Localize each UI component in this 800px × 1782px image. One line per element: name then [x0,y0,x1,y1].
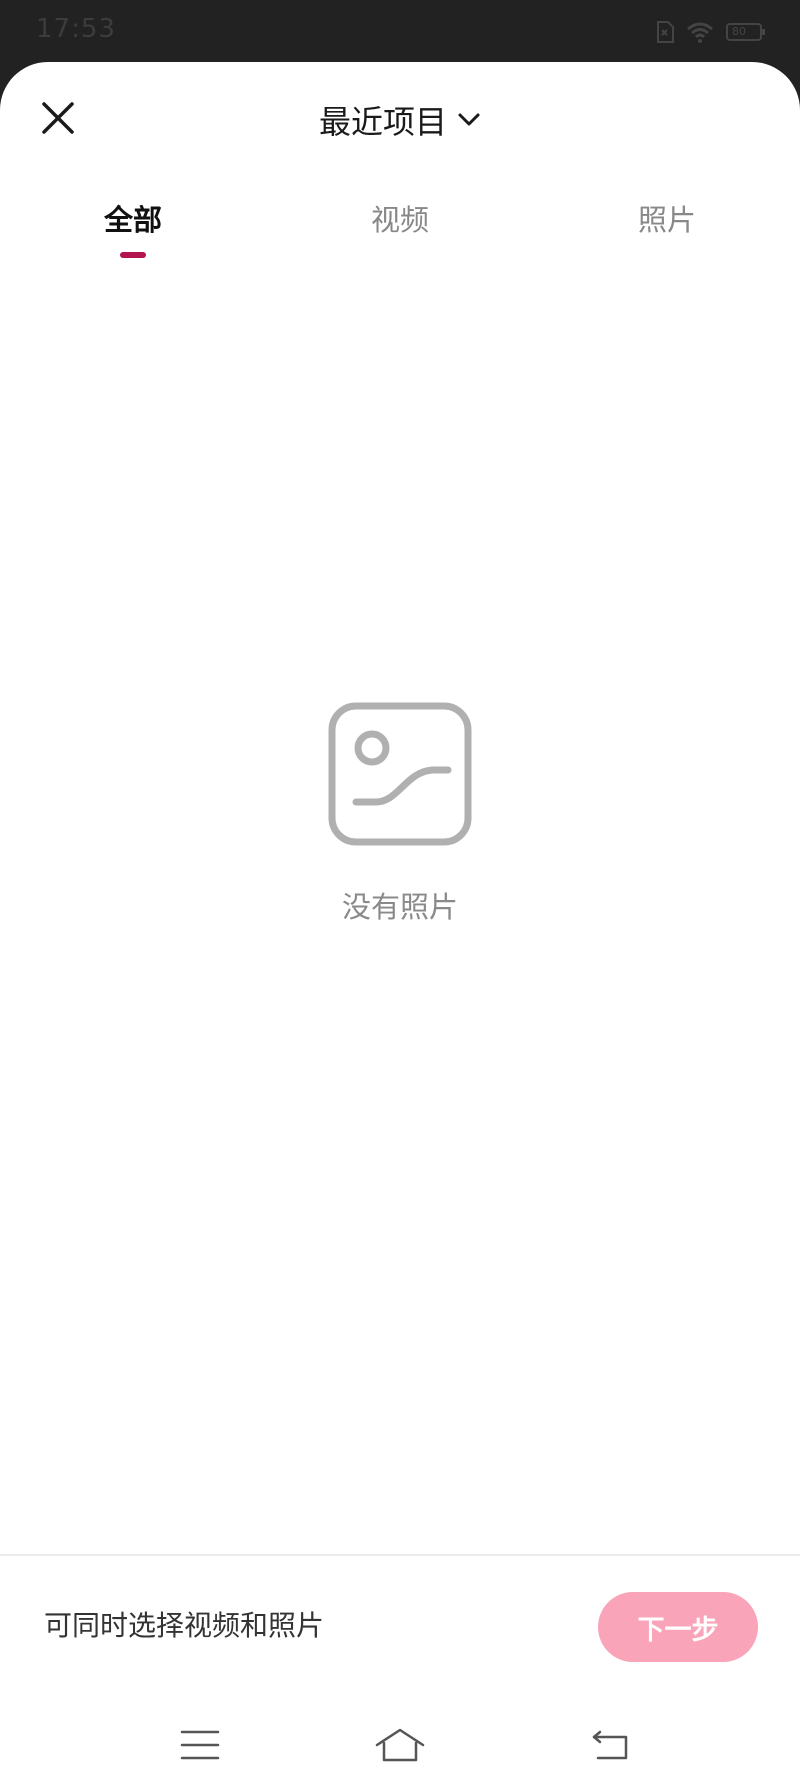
chevron-down-icon [457,112,481,132]
status-time: 17:53 [36,14,116,44]
footer-divider [0,1554,800,1556]
system-nav-bar [0,1712,800,1782]
selection-hint: 可同时选择视频和照片 [44,1609,325,1642]
media-tabs: 全部 视频 照片 [0,192,800,272]
empty-message: 没有照片 [341,890,458,924]
sim-icon [656,21,674,43]
tab-videos-label: 视频 [370,203,429,237]
home-button[interactable] [370,1722,430,1772]
image-placeholder-icon [328,702,472,850]
media-picker-sheet: 最近项目 全部 视频 照片 没有照片 可同时选择视频和照片 下一步 [0,62,800,1782]
battery-level: 80 [732,25,746,38]
back-button[interactable] [580,1722,640,1772]
battery-icon: 80 [726,22,766,42]
menu-icon [180,1729,220,1765]
menu-button[interactable] [170,1722,230,1772]
tab-all-label: 全部 [103,203,162,237]
tab-photos-label: 照片 [637,203,696,237]
empty-state: 没有照片 [0,702,800,926]
status-icons: 80 [656,20,766,44]
album-selector[interactable]: 最近项目 [0,94,800,150]
home-icon [374,1727,426,1767]
album-title: 最近项目 [318,103,447,141]
wifi-icon [686,21,714,43]
back-icon [590,1729,630,1765]
tab-active-indicator [120,252,146,258]
tab-all[interactable]: 全部 [0,192,266,272]
next-button[interactable]: 下一步 [598,1592,758,1662]
tab-photos[interactable]: 照片 [534,192,800,272]
tab-videos[interactable]: 视频 [267,192,533,272]
status-bar: 17:53 80 [0,0,800,62]
